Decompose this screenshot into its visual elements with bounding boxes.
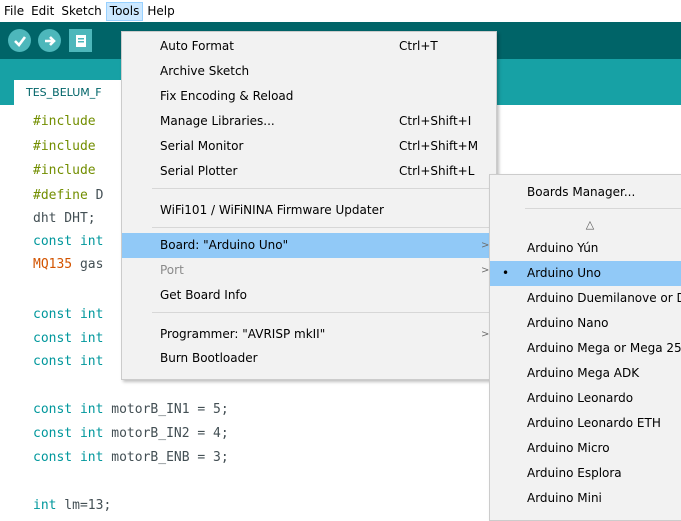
menu-item-fix-encoding[interactable]: Fix Encoding & Reload: [122, 84, 496, 109]
board-item[interactable]: Arduino Micro: [490, 436, 681, 461]
menu-item-archive-sketch[interactable]: Archive Sketch: [122, 59, 496, 84]
menu-separator: [152, 312, 492, 313]
tools-menu: Auto Format Ctrl+T Archive Sketch Fix En…: [121, 31, 497, 380]
menu-item-shortcut: Ctrl+Shift+M: [399, 139, 479, 153]
menu-item-shortcut: Ctrl+Shift+L: [399, 164, 475, 178]
menu-item-label: Arduino Mega or Mega 2560: [527, 341, 681, 355]
code-line: #include: [33, 139, 96, 154]
tab-sketch[interactable]: TES_BELUM_F: [14, 80, 136, 105]
menu-item-shortcut: Ctrl+Shift+I: [399, 114, 472, 128]
code-line: const int motorB_IN2 = 4;: [33, 426, 229, 441]
menu-separator: [152, 188, 492, 189]
code-line: #include: [33, 163, 96, 178]
menu-item-burn-bootloader[interactable]: Burn Bootloader: [122, 346, 496, 371]
menu-item-label: Programmer: "AVRISP mkII": [160, 327, 326, 341]
menu-tools[interactable]: Tools: [105, 1, 144, 21]
menu-item-programmer[interactable]: Programmer: "AVRISP mkII" >: [122, 322, 496, 347]
menu-item-label: Auto Format: [160, 39, 234, 53]
code-line: MQ135 gas: [33, 257, 104, 272]
menu-item-label: Arduino Leonardo: [527, 391, 634, 405]
menu-item-label: Arduino Mega ADK: [527, 366, 640, 380]
check-icon: [13, 35, 26, 47]
boards-submenu: Boards Manager... △ Arduino Yún • Arduin…: [489, 174, 681, 521]
code-line: const int: [33, 331, 104, 346]
menu-item-board[interactable]: Board: "Arduino Uno" >: [122, 233, 496, 258]
menu-file[interactable]: File: [1, 2, 27, 21]
menu-item-manage-libraries[interactable]: Manage Libraries... Ctrl+Shift+I: [122, 109, 496, 134]
menu-item-label: Arduino Duemilanove or Diecimila: [527, 291, 681, 305]
board-item[interactable]: Arduino Esplora: [490, 461, 681, 486]
menu-item-label: Serial Monitor: [160, 139, 244, 153]
menu-item-label: Arduino Micro: [527, 441, 610, 455]
menu-item-label: Arduino Esplora: [527, 466, 622, 480]
code-line: #include: [33, 114, 96, 129]
menu-help[interactable]: Help: [144, 2, 177, 21]
board-item[interactable]: Arduino Leonardo ETH: [490, 411, 681, 436]
new-button[interactable]: [69, 29, 92, 52]
new-file-icon: [75, 34, 86, 47]
menu-item-label: Arduino Leonardo ETH: [527, 416, 661, 430]
menu-item-label: Port: [160, 263, 184, 277]
menu-edit[interactable]: Edit: [28, 2, 57, 21]
menu-item-shortcut: Ctrl+T: [399, 39, 438, 53]
menu-separator: [152, 227, 492, 228]
menu-item-label: Arduino Nano: [527, 316, 609, 330]
board-item[interactable]: Arduino Mega or Mega 2560: [490, 336, 681, 361]
menu-item-label: Boards Manager...: [527, 185, 636, 199]
selected-bullet-icon: •: [502, 266, 510, 280]
menu-item-label: Manage Libraries...: [160, 114, 275, 128]
code-line: int lm=13;: [33, 498, 112, 513]
menu-item-label: Fix Encoding & Reload: [160, 89, 294, 103]
upload-button[interactable]: [38, 29, 61, 52]
menu-item-label: Get Board Info: [160, 288, 247, 302]
code-line: const int motorB_ENB = 3;: [33, 450, 229, 465]
board-item[interactable]: Arduino Duemilanove or Diecimila: [490, 286, 681, 311]
menu-bar: File Edit Sketch Tools Help: [0, 0, 681, 22]
menu-item-label: Board: "Arduino Uno": [160, 238, 289, 252]
menu-item-get-board-info[interactable]: Get Board Info: [122, 283, 496, 308]
code-line: const int: [33, 307, 104, 322]
code-line: const int: [33, 234, 104, 249]
code-line: const int motorB_IN1 = 5;: [33, 402, 229, 417]
board-item[interactable]: Arduino Mini: [490, 486, 681, 511]
menu-item-label: Archive Sketch: [160, 64, 250, 78]
board-item[interactable]: Arduino Leonardo: [490, 386, 681, 411]
board-item[interactable]: Arduino Mega ADK: [490, 361, 681, 386]
menu-item-label: Burn Bootloader: [160, 351, 258, 365]
menu-item-label: Arduino Uno: [527, 266, 601, 280]
menu-item-label: WiFi101 / WiFiNINA Firmware Updater: [160, 203, 384, 217]
menu-item-label: Arduino Mini: [527, 491, 602, 505]
menu-item-port[interactable]: Port >: [122, 258, 496, 283]
verify-button[interactable]: [8, 29, 31, 52]
board-item[interactable]: Arduino Yún: [490, 236, 681, 261]
code-line: #define D: [33, 188, 104, 203]
menu-item-auto-format[interactable]: Auto Format Ctrl+T: [122, 34, 496, 59]
board-item[interactable]: Arduino Nano: [490, 311, 681, 336]
code-line: dht DHT;: [33, 211, 96, 226]
scroll-up-icon[interactable]: △: [490, 215, 681, 235]
arrow-right-icon: [44, 35, 56, 46]
menu-item-serial-plotter[interactable]: Serial Plotter Ctrl+Shift+L: [122, 159, 496, 184]
menu-item-serial-monitor[interactable]: Serial Monitor Ctrl+Shift+M: [122, 134, 496, 159]
menu-item-firmware-updater[interactable]: WiFi101 / WiFiNINA Firmware Updater: [122, 198, 496, 223]
board-item-selected[interactable]: • Arduino Uno: [490, 261, 681, 286]
menu-item-label: Serial Plotter: [160, 164, 238, 178]
menu-sketch[interactable]: Sketch: [58, 2, 104, 21]
menu-item-label: Arduino Yún: [527, 241, 599, 255]
boards-manager-item[interactable]: Boards Manager...: [490, 180, 681, 205]
menu-separator: [525, 208, 681, 209]
code-line: const int: [33, 354, 104, 369]
